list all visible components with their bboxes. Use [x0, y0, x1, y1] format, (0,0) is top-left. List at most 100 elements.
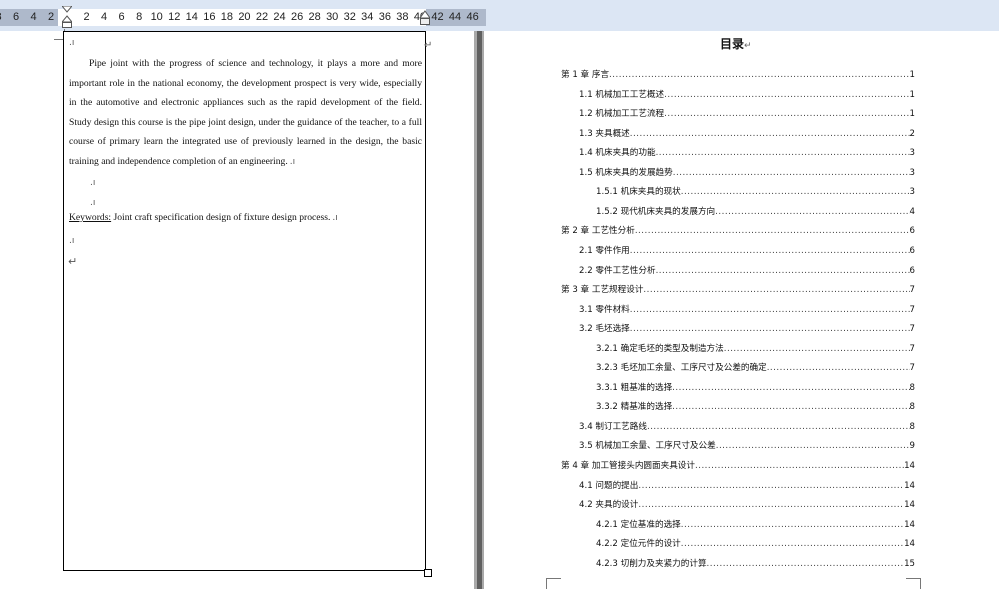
toc-entry-title: 1.3 夹具概述 — [579, 128, 630, 139]
toc-page-number: 7 — [909, 285, 915, 296]
toc-entry[interactable]: 1.5.2 现代机床夹具的发展方向.......................… — [596, 205, 915, 219]
indent-marker-icon[interactable] — [62, 6, 72, 28]
toc-page-number: 15 — [904, 558, 915, 569]
toc-entry[interactable]: 4.2.3 切削力及夹紧力的计算........................… — [596, 557, 915, 571]
toc-leader-dots: ........................................… — [706, 558, 905, 569]
abstract-text-frame[interactable]: .ı Pipe joint with the progress of scien… — [63, 31, 426, 571]
toc-entry[interactable]: 1.5 机床夹具的发展趋势...........................… — [579, 166, 915, 180]
toc-leader-dots: ........................................… — [680, 539, 904, 550]
toc-page-number: 8 — [909, 421, 915, 432]
toc-leader-dots: ........................................… — [629, 304, 910, 315]
toc-page-number: 1 — [909, 109, 915, 120]
ruler-tick-label: 10 — [150, 11, 163, 23]
abstract-paragraph[interactable]: Pipe joint with the progress of science … — [69, 54, 422, 173]
toc-page-number: 1 — [909, 70, 915, 80]
ruler-tick-label: 32 — [343, 11, 356, 23]
toc-leader-dots: ........................................… — [643, 285, 909, 296]
toc-page-number: 3 — [909, 187, 915, 198]
toc-leader-dots: ........................................… — [694, 461, 904, 471]
toc-leader-dots: ........................................… — [766, 363, 910, 374]
toc-leader-dots: ........................................… — [634, 226, 910, 237]
toc-entry[interactable]: 3.3.1 粗基准的选择............................… — [596, 381, 915, 395]
keywords-line[interactable]: Keywords: Joint craft specification desi… — [69, 212, 338, 223]
toc-entry[interactable]: 3.3.2 精基准的选择............................… — [596, 400, 915, 414]
toc-leader-dots: ........................................… — [672, 382, 910, 393]
toc-page-number: 14 — [904, 480, 915, 491]
toc-entry-title: 3.4 制订工艺路线 — [579, 421, 647, 432]
toc-entry-title: 4.2.1 定位基准的选择 — [596, 519, 681, 530]
ruler-strip: 8642246810121416182022242628303234363840… — [0, 9, 999, 26]
toc-page-number: 8 — [909, 402, 915, 413]
toc-entry[interactable]: 3.5 机械加工余量、工序尺寸及公差......................… — [579, 439, 915, 453]
toc-page-number: 9 — [909, 441, 915, 452]
ruler-tick-label: 2 — [47, 11, 55, 23]
ruler-tick-label: 38 — [396, 11, 409, 23]
toc-page-number: 8 — [909, 382, 915, 393]
toc-leader-dots: ........................................… — [664, 109, 910, 120]
page-shadow — [477, 31, 482, 589]
toc-entry[interactable]: 4.2.2 定位元件的设计...........................… — [596, 537, 915, 551]
ruler-tick-label: 2 — [83, 11, 90, 23]
paragraph-mark-icon: .ı — [90, 198, 96, 208]
ruler-tick-label: 16 — [203, 11, 216, 23]
ruler-tick-label: 22 — [255, 11, 269, 23]
toc-entry-title: 第 2 章 工艺性分析 — [561, 226, 635, 237]
toc-page-number: 7 — [909, 324, 915, 335]
horizontal-ruler[interactable]: 8642246810121416182022242628303234363840… — [0, 0, 999, 31]
toc-entry-title: 1.1 机械加工工艺概述 — [579, 89, 665, 100]
toc-entry[interactable]: 3.2 毛坯选择................................… — [579, 322, 915, 336]
toc-entry-title: 3.2.3 毛坯加工余量、工序尺寸及公差的确定 — [596, 363, 767, 374]
toc-entry-title: 1.4 机床夹具的功能 — [579, 148, 656, 159]
toc-entry-title: 3.3.1 粗基准的选择 — [596, 382, 673, 393]
toc-entry[interactable]: 4.2.1 定位基准的选择...........................… — [596, 518, 915, 532]
toc-entry-title: 1.5 机床夹具的发展趋势 — [579, 167, 673, 178]
toc-leader-dots: ........................................… — [680, 519, 904, 530]
toc-entry-title: 第 1 章 序言 — [561, 70, 610, 80]
toc-entry[interactable]: 3.1 零件材料................................… — [579, 303, 915, 317]
return-mark-icon: ↵ — [744, 41, 752, 51]
toc-page[interactable]: 目录↵ 第 1 章 序言............................… — [484, 31, 999, 589]
toc-entry-title: 4.2.2 定位元件的设计 — [596, 539, 681, 550]
toc-page-number: 7 — [909, 304, 915, 315]
toc-entry[interactable]: 第 1 章 序言................................… — [561, 68, 915, 82]
toc-entry-title: 1.2 机械加工工艺流程 — [579, 109, 665, 120]
toc-entry[interactable]: 1.2 机械加工工艺流程............................… — [579, 107, 915, 121]
toc-entry[interactable]: 第 2 章 工艺性分析.............................… — [561, 224, 915, 238]
toc-entry[interactable]: 第 3 章 工艺规程设计............................… — [561, 283, 915, 297]
toc-entry[interactable]: 第 4 章 加工管接头内圆面夹具设计......................… — [561, 459, 915, 473]
paragraph-mark-icon: .ı — [90, 178, 96, 188]
toc-page-number: 4 — [909, 206, 915, 217]
return-mark-icon: ↵ — [68, 255, 78, 268]
toc-page-number: 14 — [904, 461, 915, 471]
toc-entry[interactable]: 4.1 问题的提出...............................… — [579, 479, 915, 493]
ruler-tick-label: 8 — [136, 11, 143, 23]
toc-entry-title: 3.2 毛坯选择 — [579, 324, 630, 335]
frame-resize-handle[interactable] — [424, 569, 432, 577]
toc-leader-dots: ........................................… — [723, 343, 910, 354]
ruler-tick-label: 8 — [0, 10, 2, 25]
toc-entry[interactable]: 4.2 夹具的设计...............................… — [579, 498, 915, 512]
toc-entry[interactable]: 3.2.3 毛坯加工余量、工序尺寸及公差的确定.................… — [596, 361, 915, 375]
toc-page-number: 3 — [909, 167, 915, 178]
toc-leader-dots: ........................................… — [629, 324, 910, 335]
ruler-tick-label: 6 — [118, 11, 125, 23]
toc-entry[interactable]: 1.1 机械加工工艺概述............................… — [579, 88, 915, 102]
toc-entry[interactable]: 1.3 夹具概述................................… — [579, 127, 915, 141]
toc-entry[interactable]: 3.4 制订工艺路线..............................… — [579, 420, 915, 434]
toc-leader-dots: ........................................… — [655, 265, 910, 276]
toc-page-number: 14 — [904, 500, 915, 511]
toc-page-number: 3 — [909, 148, 915, 159]
ruler-right-page-area — [486, 9, 999, 26]
toc-leader-dots: ........................................… — [672, 167, 910, 178]
toc-page-number: 7 — [909, 363, 915, 374]
toc-entry[interactable]: 2.1 零件作用................................… — [579, 244, 915, 258]
ruler-tick-label: 20 — [238, 11, 251, 23]
ruler-tick-label: 6 — [12, 11, 20, 23]
toc-page-number: 2 — [909, 128, 915, 139]
right-indent-marker-icon[interactable] — [420, 9, 430, 27]
toc-entry[interactable]: 1.5.1 机床夹具的现状...........................… — [596, 185, 915, 199]
toc-entry[interactable]: 1.4 机床夹具的功能.............................… — [579, 146, 915, 160]
toc-entry[interactable]: 2.2 零件工艺性分析.............................… — [579, 264, 915, 278]
toc-entry[interactable]: 3.2.1 确定毛坯的类型及制造方法......................… — [596, 342, 915, 356]
keywords-text: Joint craft specification design of fixt… — [111, 212, 331, 223]
